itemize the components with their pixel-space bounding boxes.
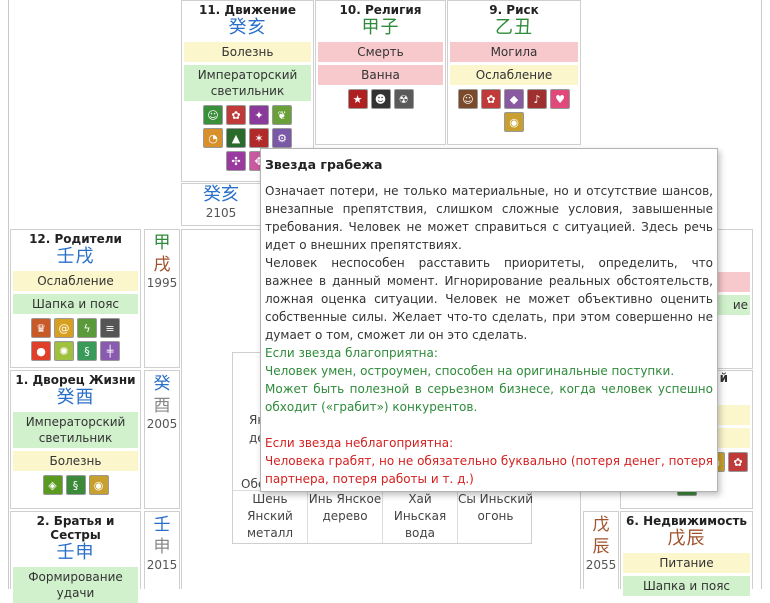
year-stem-top: 戊 <box>592 515 610 535</box>
label-emperor-lamp: Императорский светильник <box>13 412 138 448</box>
favorable-heading: Если звезда благоприятна: <box>265 346 438 360</box>
spiral-icon[interactable]: @ <box>54 318 74 338</box>
palace-siblings[interactable]: 2. Братья и Сестры 壬申 Формирование удачи <box>10 511 141 603</box>
palace-title: 1. Дворец Жизни <box>15 373 136 387</box>
tooltip-title: Звезда грабежа <box>265 157 383 172</box>
graduate-icon[interactable]: ▲ <box>226 128 246 148</box>
radiation-icon[interactable]: ☢ <box>393 89 414 109</box>
leaves-icon[interactable]: ❦ <box>272 105 292 125</box>
chef-icon[interactable]: ☺ <box>203 105 223 125</box>
label-weakening: Ослабление <box>13 271 138 291</box>
unfavorable-text: Человека грабят, но не обязательно буква… <box>265 454 713 486</box>
label-disease: Болезнь <box>184 42 311 62</box>
balloon-icon[interactable]: ● <box>31 341 51 361</box>
year-stem-top: 癸 <box>153 374 171 394</box>
crown-icon[interactable]: ♛ <box>31 318 51 338</box>
palace-stems: 戊辰 <box>667 528 706 549</box>
palace-title: 11. Движение <box>198 3 297 17</box>
table-cell: Инь Янское дерево <box>308 491 383 543</box>
palace-stems: 癸亥 <box>228 17 267 38</box>
year-column-property: 戊 辰 2055 <box>583 511 619 589</box>
year-label: 2005 <box>146 417 178 431</box>
palace-religion[interactable]: 10. Религия 甲子 Смерть Ванна ★ ☻ ☢ <box>315 0 446 145</box>
shopper-icon[interactable]: ☺ <box>458 89 478 109</box>
coins-icon[interactable]: ◉ <box>504 112 524 132</box>
year-column-siblings: 壬 申 2015 <box>144 511 180 589</box>
year-stem-top: 壬 <box>153 515 171 535</box>
palace-title: 10. Религия <box>339 3 422 17</box>
palace-title: 9. Риск <box>489 3 539 17</box>
table-cell: Сы Иньский огонь <box>458 492 534 523</box>
star-icon[interactable]: ★ <box>347 89 368 109</box>
label-disease: Болезнь <box>13 451 138 471</box>
coins-icon[interactable]: ◉ <box>88 475 109 495</box>
tooltip-paragraph: Человек неспособен расставить приоритеты… <box>265 256 713 342</box>
year-column-top: 癸亥 2105 <box>181 183 261 226</box>
year-column-parents: 甲 戌 1995 <box>144 229 180 368</box>
magic-icon[interactable]: ✦ <box>249 105 269 125</box>
frame-right <box>761 0 762 589</box>
flowers-icon[interactable]: ✿ <box>728 452 748 472</box>
palace-parents[interactable]: 12. Родители 壬戌 Ослабление Шапка и пояс … <box>10 229 141 368</box>
runner-icon[interactable]: ✶ <box>249 128 269 148</box>
year-label: 2055 <box>585 558 617 572</box>
label-death: Смерть <box>318 42 443 62</box>
year-stem-bottom: 酉 <box>153 396 171 416</box>
label-grave: Могила <box>450 42 578 62</box>
pizza-icon[interactable]: ◔ <box>203 128 223 148</box>
favorable-text: Может быть полезной в серьезном бизнесе,… <box>265 382 713 414</box>
flowers-icon[interactable]: ✿ <box>226 105 246 125</box>
coffin-icon[interactable]: ◆ <box>504 89 524 109</box>
flowers-icon[interactable]: ✿ <box>481 89 501 109</box>
label-luck-forming: Формирование удачи <box>13 567 138 603</box>
zebra-icon[interactable]: ≡ <box>100 318 120 338</box>
syringe-icon[interactable]: ╪ <box>100 341 120 361</box>
label-nutrition: Питание <box>623 553 750 573</box>
label-bath: Ванна <box>318 65 443 85</box>
dragon-icon[interactable]: § <box>65 475 86 495</box>
year-stem-bottom: 戌 <box>153 255 171 275</box>
label-hat-belt: Шапка и пояс <box>13 294 138 314</box>
label-emperor-lamp: Императорский светильник <box>184 65 311 101</box>
palace-title: 6. Недвижимость <box>625 514 748 528</box>
shield-icon[interactable]: ◈ <box>42 475 63 495</box>
snake-icon[interactable]: § <box>77 341 97 361</box>
pinwheel-icon[interactable]: ✣ <box>226 151 246 171</box>
year-stem-bottom: 辰 <box>592 537 610 557</box>
year-column-life: 癸 酉 2005 <box>144 370 180 509</box>
lightning-icon[interactable]: ϟ <box>77 318 97 338</box>
year-label: 2105 <box>205 206 237 220</box>
palace-stems: 壬申 <box>56 542 95 563</box>
hearts-icon[interactable]: ♥ <box>550 89 570 109</box>
gears-icon[interactable]: ⚙ <box>272 128 292 148</box>
year-label: 1995 <box>146 276 178 290</box>
unfavorable-heading: Если звезда неблагоприятна: <box>265 436 454 450</box>
label-weakening: Ослабление <box>450 65 578 85</box>
palace-stems: 乙丑 <box>495 17 533 38</box>
palace-stems: 癸酉 <box>56 387 95 408</box>
confetti-icon[interactable]: ✺ <box>54 341 74 361</box>
guitar-icon[interactable]: ♪ <box>527 89 547 109</box>
table-cell: Хай Иньская вода <box>383 491 458 543</box>
palace-stems: 甲子 <box>361 17 400 38</box>
frame-left <box>8 0 9 589</box>
tooltip-paragraph: Означает потери, не только материальные,… <box>265 184 713 252</box>
favorable-text: Человек умен, остроумен, способен на ори… <box>265 364 675 378</box>
year-stem-bottom: 申 <box>153 537 171 557</box>
palace-risk[interactable]: 9. Риск 乙丑 Могила Ослабление ☺ ✿ ◆ ♪ ♥ ◉ <box>447 0 581 145</box>
year-stems: 癸亥 <box>203 184 239 205</box>
star-tooltip: Звезда грабежа Означает потери, не тольк… <box>260 148 718 492</box>
palace-life[interactable]: 1. Дворец Жизни 癸酉 Императорский светиль… <box>10 370 141 509</box>
palace-title: 12. Родители <box>29 232 122 246</box>
palace-title: 2. Братья и Сестры <box>36 514 115 542</box>
year-stem-top: 甲 <box>153 233 171 253</box>
ninja-icon[interactable]: ☻ <box>370 89 391 109</box>
label-hat-belt: Шапка и пояс <box>623 576 750 596</box>
palace-property[interactable]: 6. Недвижимость 戊辰 Питание Шапка и пояс <box>620 511 753 596</box>
table-cell: Шень Янский металл <box>233 491 308 543</box>
palace-stems: 壬戌 <box>56 246 95 267</box>
year-label: 2015 <box>146 558 178 572</box>
